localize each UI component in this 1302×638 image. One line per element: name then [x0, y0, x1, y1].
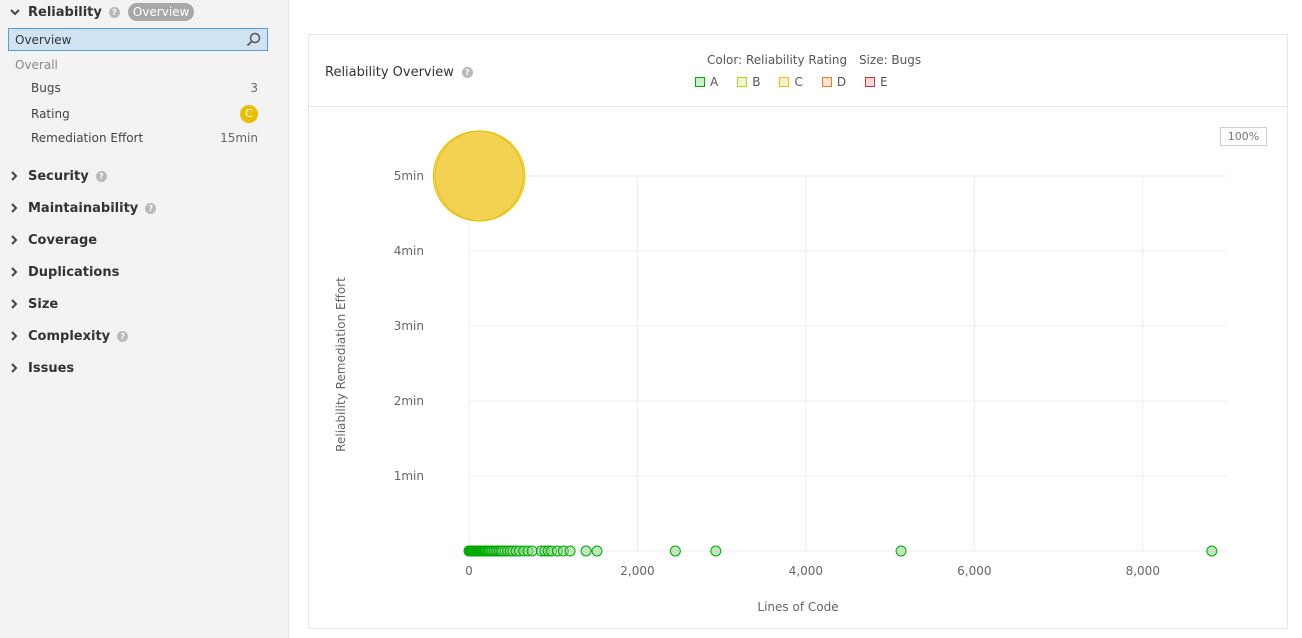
- x-tick-label: 8,000: [1126, 564, 1160, 578]
- y-tick-label: 5min: [394, 169, 424, 183]
- y-tick-label: 3min: [394, 319, 424, 333]
- legend-label: E: [880, 75, 888, 89]
- metric-rating[interactable]: Rating C: [31, 105, 258, 123]
- size-caption: Size: Bugs: [858, 53, 922, 67]
- rating-badge: C: [240, 105, 258, 123]
- search-box[interactable]: [8, 28, 268, 51]
- chevron-right-icon: [10, 203, 22, 213]
- domain-title: Maintainability: [28, 200, 139, 216]
- legend: A B C D E: [695, 75, 907, 89]
- domain-item-issues[interactable]: Issues: [10, 359, 74, 377]
- x-tick-label: 6,000: [957, 564, 991, 578]
- bubble-a: [710, 545, 722, 557]
- bubble-a: [895, 545, 907, 557]
- bubble-chart[interactable]: 1min 2min 3min 4min 5min 0 2,000 4,000 6,000 8,00…: [309, 107, 1287, 628]
- help-icon[interactable]: ?: [461, 67, 473, 78]
- metric-bugs[interactable]: Bugs 3: [31, 81, 258, 95]
- domain-item-complexity[interactable]: Complexity?: [10, 327, 129, 345]
- color-caption: Color: Reliability Rating: [707, 53, 848, 67]
- sidebar: Reliability ? Overview Overall Bugs 3 Ra…: [0, 0, 289, 638]
- bubble-a: [564, 545, 576, 557]
- y-tick-label: 4min: [394, 244, 424, 258]
- group-overall-label: Overall: [15, 58, 58, 72]
- legend-label: D: [836, 75, 847, 89]
- chevron-right-icon: [10, 171, 22, 181]
- y-tick-label: 2min: [394, 394, 424, 408]
- domain-title: Coverage: [28, 232, 98, 248]
- metric-label: Bugs: [31, 81, 61, 95]
- metric-value: 3: [250, 81, 258, 95]
- panel-header: Reliability Overview ? Color: Reliabilit…: [309, 35, 1287, 107]
- metric-label: Remediation Effort: [31, 131, 144, 145]
- panel-title-text: Reliability Overview: [325, 65, 454, 80]
- bubble-a: [669, 545, 681, 557]
- legend-swatch: [865, 77, 876, 87]
- y-axis-label: Reliability Remediation Effort: [334, 277, 348, 452]
- help-icon[interactable]: ?: [108, 6, 120, 18]
- domain-title: Reliability: [28, 4, 102, 20]
- domain-reliability-header[interactable]: Reliability ? Overview: [0, 1, 195, 23]
- metric-label: Rating: [31, 107, 70, 121]
- panel-title: Reliability Overview ?: [325, 65, 473, 80]
- x-tick-label: 2,000: [620, 564, 654, 578]
- domain-title: Security: [28, 168, 89, 184]
- metric-remediation-effort[interactable]: Remediation Effort 15min: [31, 131, 258, 145]
- legend-item-a[interactable]: A: [695, 75, 718, 89]
- legend-label: B: [752, 75, 761, 89]
- help-icon[interactable]: ?: [117, 330, 129, 342]
- domain-title: Complexity: [28, 328, 111, 344]
- help-icon[interactable]: ?: [145, 202, 157, 214]
- search-input[interactable]: [9, 32, 234, 47]
- legend-item-d[interactable]: D: [821, 75, 847, 89]
- x-tick-label: 4,000: [789, 564, 823, 578]
- legend-swatch: [695, 77, 705, 87]
- domain-item-security[interactable]: Security?: [10, 167, 107, 185]
- x-tick-label: 0: [465, 564, 473, 578]
- help-icon[interactable]: ?: [95, 170, 107, 182]
- legend-swatch: [821, 77, 832, 87]
- chevron-right-icon: [10, 267, 22, 277]
- y-tick-label: 1min: [394, 469, 424, 483]
- legend-item-c[interactable]: C: [779, 75, 803, 89]
- chevron-right-icon: [10, 363, 22, 373]
- domain-item-coverage[interactable]: Coverage: [10, 231, 97, 249]
- bubble-c: [434, 130, 526, 222]
- legend-label: A: [710, 75, 719, 89]
- legend-item-e[interactable]: E: [865, 75, 888, 89]
- legend-swatch: [779, 77, 790, 87]
- domain-item-duplications[interactable]: Duplications: [10, 263, 119, 281]
- legend-item-b[interactable]: B: [737, 75, 760, 89]
- chevron-down-icon: [10, 8, 22, 16]
- bubble-chart-panel: Reliability Overview ? Color: Reliabilit…: [308, 34, 1288, 629]
- domain-item-maintainability[interactable]: Maintainability?: [10, 199, 157, 217]
- search-icon[interactable]: [246, 32, 261, 50]
- x-axis-label: Lines of Code: [757, 600, 838, 614]
- domain-title: Size: [28, 296, 59, 312]
- bubble-a: [526, 545, 538, 557]
- legend-swatch: [737, 77, 748, 87]
- chevron-right-icon: [10, 331, 22, 341]
- domain-title: Duplications: [28, 264, 120, 280]
- domain-title: Issues: [28, 360, 75, 376]
- overview-badge[interactable]: Overview: [127, 3, 195, 21]
- legend-caption: Color: Reliability Rating Size: Bugs: [707, 53, 921, 67]
- domain-item-size[interactable]: Size: [10, 295, 58, 313]
- legend-label: C: [794, 75, 803, 89]
- metric-value: 15min: [220, 131, 258, 145]
- chevron-right-icon: [10, 299, 22, 309]
- bubble-a: [580, 545, 592, 557]
- bubble-a: [1206, 545, 1218, 557]
- chevron-right-icon: [10, 235, 22, 245]
- bubble-a: [591, 545, 603, 557]
